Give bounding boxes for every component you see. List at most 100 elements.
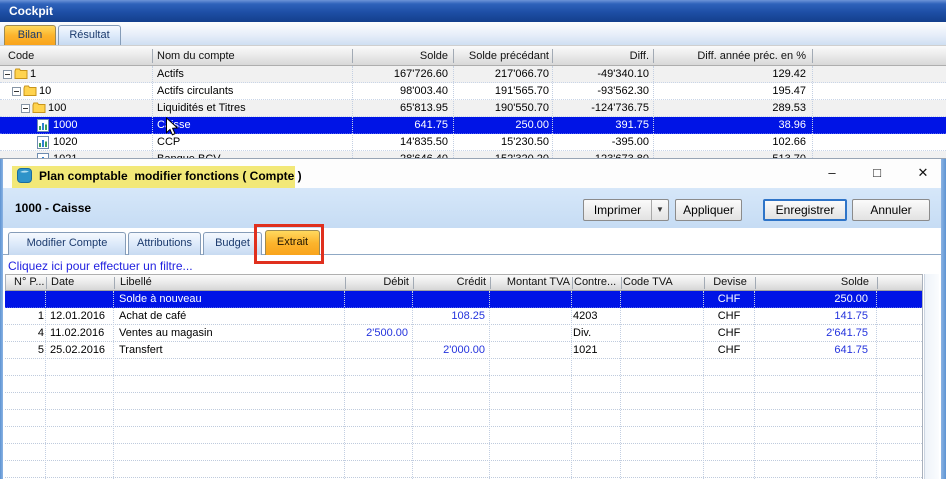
divider — [152, 66, 153, 160]
dialog-titlebar[interactable]: Plan comptable modifier fonctions ( Comp… — [3, 159, 941, 188]
divider — [490, 277, 491, 289]
divider — [152, 49, 153, 63]
tab-attributions[interactable]: Attributions — [128, 232, 201, 255]
divider — [413, 277, 414, 289]
column-header-diff[interactable]: Diff. — [552, 46, 649, 66]
account-name: Actifs — [157, 66, 184, 82]
column-header-code[interactable]: Code — [8, 46, 34, 66]
tx-libelle: Ventes au magasin — [119, 325, 344, 341]
account-name: Actifs circulants — [157, 83, 233, 99]
tx-solde: 2'641.75 — [755, 325, 868, 341]
column-header-date[interactable]: Date — [51, 275, 117, 290]
column-header-solde[interactable]: Solde — [756, 275, 869, 290]
filter-link[interactable]: Cliquez ici pour effectuer un filtre... — [8, 259, 193, 273]
vertical-scrollbar[interactable] — [924, 274, 939, 479]
collapse-icon[interactable] — [21, 104, 30, 113]
account-code: 1 — [30, 66, 36, 82]
divider — [352, 66, 353, 160]
transaction-row[interactable]: 1 12.01.2016 Achat de café 108.25 4203 C… — [5, 308, 922, 325]
tx-solde: 141.75 — [755, 308, 868, 324]
account-name: Liquidités et Titres — [157, 100, 246, 116]
column-header-credit[interactable]: Crédit — [414, 275, 486, 290]
account-row[interactable]: 10 Actifs circulants 98'003.40 191'565.7… — [0, 83, 946, 100]
divider — [704, 277, 705, 289]
divider — [345, 277, 346, 289]
divider — [876, 291, 877, 479]
account-prev: 191'565.70 — [453, 83, 549, 99]
tx-debit: 2'500.00 — [344, 325, 408, 341]
cockpit-titlebar[interactable]: Cockpit — [0, 0, 946, 22]
account-row-selected[interactable]: 1000 Caisse 641.75 250.00 391.75 38.96 — [0, 117, 946, 134]
column-header-pct[interactable]: Diff. année préc. en % — [653, 46, 806, 66]
account-prev: 217'066.70 — [453, 66, 549, 82]
close-button[interactable]: ✕ — [910, 163, 936, 183]
column-header-contre[interactable]: Contre... — [574, 275, 622, 290]
collapse-icon[interactable] — [12, 87, 21, 96]
column-header-code-tva[interactable]: Code TVA — [623, 275, 703, 290]
column-header-prev[interactable]: Solde précédant — [453, 46, 549, 66]
empty-row — [5, 376, 922, 393]
account-diff: -124'736.75 — [552, 100, 649, 116]
tx-contre: Div. — [573, 325, 621, 341]
annuler-button[interactable]: Annuler — [852, 199, 930, 221]
tx-solde: 641.75 — [755, 342, 868, 358]
tx-devise: CHF — [703, 308, 755, 324]
account-diff: 391.75 — [552, 117, 649, 133]
column-header-tva[interactable]: Montant TVA — [490, 275, 570, 290]
column-header-name[interactable]: Nom du compte — [157, 46, 235, 66]
tx-date: 11.02.2016 — [50, 325, 116, 341]
tx-credit: 108.25 — [413, 308, 485, 324]
divider — [114, 277, 115, 289]
divider — [489, 291, 490, 479]
divider — [572, 277, 573, 289]
tab-bilan[interactable]: Bilan — [4, 25, 56, 45]
column-header-no[interactable]: N° P... — [14, 275, 45, 290]
divider — [45, 291, 46, 479]
tx-solde: 250.00 — [755, 291, 868, 307]
imprimer-button[interactable]: Imprimer ▼ — [583, 199, 669, 221]
transaction-row-selected[interactable]: Solde à nouveau CHF 250.00 — [5, 291, 922, 308]
cockpit-title: Cockpit — [9, 4, 53, 18]
cockpit-tabstrip: Bilan Résultat — [0, 22, 946, 45]
divider — [113, 291, 114, 479]
account-pct: 38.96 — [653, 117, 806, 133]
account-solde: 167'726.60 — [352, 66, 448, 82]
account-solde: 14'835.50 — [352, 134, 448, 150]
dialog-left-border — [0, 159, 3, 479]
tx-no: 4 — [8, 325, 44, 341]
tab-modifier-compte[interactable]: Modifier Compte — [8, 232, 126, 255]
column-header-debit[interactable]: Débit — [345, 275, 409, 290]
divider — [552, 49, 553, 63]
tx-credit: 2'000.00 — [413, 342, 485, 358]
tx-date: 25.02.2016 — [50, 342, 116, 358]
folder-icon — [14, 68, 28, 81]
account-pct: 129.42 — [653, 66, 806, 82]
column-header-solde[interactable]: Solde — [352, 46, 448, 66]
tx-no: 5 — [8, 342, 44, 358]
divider — [571, 291, 572, 479]
maximize-button[interactable]: □ — [864, 163, 890, 183]
account-row[interactable]: 100 Liquidités et Titres 65'813.95 190'5… — [0, 100, 946, 117]
column-header-libelle[interactable]: Libellé — [120, 275, 345, 290]
divider — [453, 66, 454, 160]
minimize-button[interactable]: – — [819, 163, 845, 183]
account-code: 10 — [39, 83, 51, 99]
tab-resultat[interactable]: Résultat — [58, 25, 121, 45]
transaction-row[interactable]: 4 11.02.2016 Ventes au magasin 2'500.00 … — [5, 325, 922, 342]
column-header-devise[interactable]: Devise — [704, 275, 756, 290]
app-icon — [17, 168, 32, 186]
account-pct: 102.66 — [653, 134, 806, 150]
account-row[interactable]: 1 Actifs 167'726.60 217'066.70 -49'340.1… — [0, 66, 946, 83]
transaction-row[interactable]: 5 25.02.2016 Transfert 2'000.00 1021 CHF… — [5, 342, 922, 359]
extrait-annotation-box — [254, 224, 324, 264]
dialog-tabstrip: Modifier Compte Attributions Budget Extr… — [3, 228, 941, 255]
appliquer-button[interactable]: Appliquer — [675, 199, 742, 221]
collapse-icon[interactable] — [3, 70, 12, 79]
account-header-title: 1000 - Caisse — [15, 201, 91, 215]
dropdown-arrow-icon[interactable]: ▼ — [651, 200, 668, 220]
enregistrer-button[interactable]: Enregistrer — [763, 199, 847, 221]
tx-libelle: Transfert — [119, 342, 344, 358]
account-row[interactable]: 1020 CCP 14'835.50 15'230.50 -395.00 102… — [0, 134, 946, 151]
account-chart-icon — [37, 136, 51, 149]
divider — [344, 291, 345, 479]
